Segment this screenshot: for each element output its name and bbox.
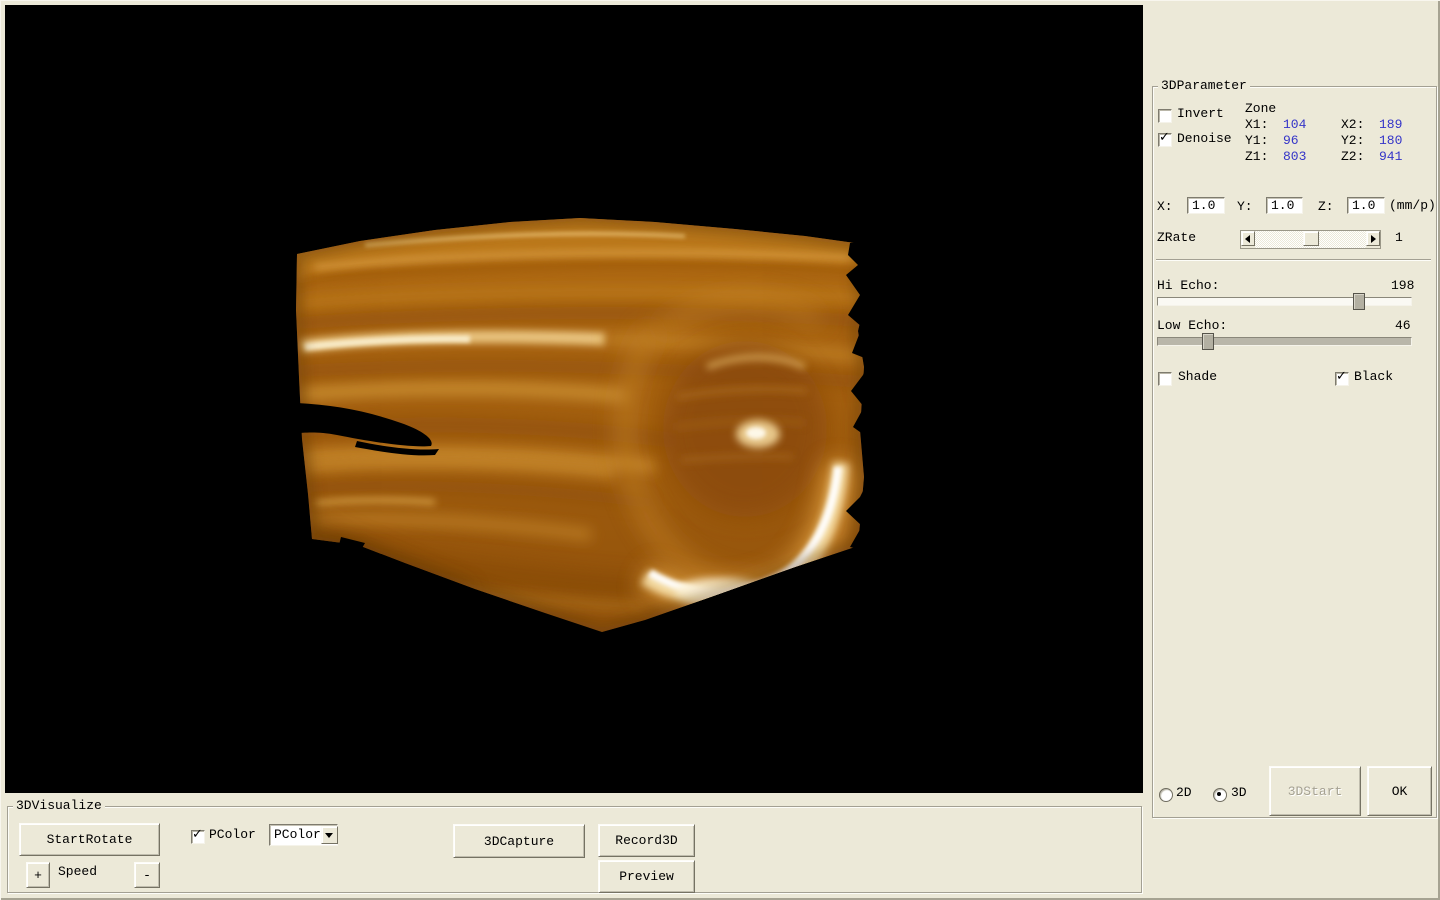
scale-z-input[interactable]	[1347, 197, 1385, 214]
shade-checkbox[interactable]	[1158, 372, 1172, 386]
zrate-scroll-left-button[interactable]	[1241, 231, 1255, 246]
zrate-scroll-thumb[interactable]	[1303, 231, 1319, 246]
black-label: Black	[1354, 370, 1393, 384]
record-3d-button[interactable]: Record3D	[598, 824, 695, 857]
dropdown-arrow-icon	[325, 833, 333, 842]
app-window: 3DParameter Invert ✓ Denoise Zone X1: 10…	[0, 0, 1440, 900]
zone-z1-value: 803	[1283, 150, 1306, 164]
zrate-scrollbar[interactable]	[1240, 230, 1381, 249]
scroll-right-icon	[1371, 235, 1380, 243]
invert-label: Invert	[1177, 107, 1224, 121]
zrate-scroll-right-button[interactable]	[1366, 231, 1380, 246]
scale-unit-label: (mm/p)	[1389, 199, 1436, 213]
speed-plus-button[interactable]: +	[26, 862, 50, 888]
zone-y1-value: 96	[1283, 134, 1299, 148]
volume-render	[5, 5, 1143, 793]
mode-3d-radio[interactable]	[1213, 788, 1227, 802]
visualize-groupbox: 3DVisualize StartRotate + Speed - ✓ PCol…	[7, 806, 1142, 893]
denoise-checkbox[interactable]: ✓	[1158, 133, 1172, 147]
zone-z2-value: 941	[1379, 150, 1402, 164]
scale-y-label: Y:	[1237, 200, 1253, 214]
zone-title: Zone	[1245, 102, 1276, 116]
black-checkbox[interactable]: ✓	[1335, 372, 1349, 386]
scale-y-input[interactable]	[1266, 197, 1303, 214]
capture-3d-button[interactable]: 3DCapture	[453, 824, 585, 858]
radio-selected-dot	[1217, 792, 1221, 796]
zone-y1-label: Y1:	[1245, 134, 1268, 148]
speed-minus-button[interactable]: -	[134, 862, 160, 888]
zone-x1-value: 104	[1283, 118, 1306, 132]
pcolor-select-value: PColor	[270, 826, 321, 844]
zrate-value: 1	[1395, 231, 1403, 245]
pcolor-label: PColor	[209, 828, 256, 842]
mode-2d-radio[interactable]	[1159, 788, 1173, 802]
low-echo-slider-thumb[interactable]	[1202, 333, 1214, 350]
scale-x-label: X:	[1157, 200, 1173, 214]
scale-x-input[interactable]	[1187, 197, 1225, 214]
mode-3d-label: 3D	[1231, 786, 1247, 800]
speed-label: Speed	[58, 865, 97, 879]
pcolor-select[interactable]: PColor	[269, 824, 338, 846]
panel-separator	[1156, 259, 1431, 261]
hi-echo-slider-track[interactable]	[1157, 297, 1412, 306]
parameter-groupbox-title: 3DParameter	[1158, 79, 1250, 93]
hi-echo-label: Hi Echo:	[1157, 279, 1219, 293]
scale-z-label: Z:	[1318, 200, 1334, 214]
zone-x2-value: 189	[1379, 118, 1402, 132]
zone-y2-value: 180	[1379, 134, 1402, 148]
start-rotate-button[interactable]: StartRotate	[19, 823, 160, 856]
low-echo-slider-track[interactable]	[1157, 337, 1412, 346]
zrate-label: ZRate	[1157, 231, 1196, 245]
zrate-scroll-track[interactable]	[1255, 231, 1366, 248]
hi-echo-slider-thumb[interactable]	[1353, 293, 1365, 310]
low-echo-value: 46	[1395, 319, 1411, 333]
low-echo-label: Low Echo:	[1157, 319, 1227, 333]
scroll-left-icon	[1241, 235, 1250, 243]
denoise-label: Denoise	[1177, 132, 1232, 146]
ok-button[interactable]: OK	[1367, 766, 1432, 816]
start-3d-button[interactable]: 3DStart	[1269, 766, 1361, 816]
mode-2d-label: 2D	[1176, 786, 1192, 800]
preview-button[interactable]: Preview	[598, 860, 695, 893]
hi-echo-value: 198	[1391, 279, 1414, 293]
black-check-glyph: ✓	[1336, 370, 1347, 384]
parameter-groupbox: 3DParameter Invert ✓ Denoise Zone X1: 10…	[1152, 86, 1437, 818]
render-viewport[interactable]	[5, 5, 1143, 793]
pcolor-check-glyph: ✓	[192, 828, 203, 842]
denoise-check-glyph: ✓	[1159, 131, 1170, 145]
zone-z1-label: Z1:	[1245, 150, 1268, 164]
invert-checkbox[interactable]	[1158, 109, 1172, 123]
pcolor-select-dropdown-button[interactable]	[321, 826, 338, 844]
pcolor-checkbox[interactable]: ✓	[191, 830, 205, 844]
zone-x1-label: X1:	[1245, 118, 1268, 132]
zone-x2-label: X2:	[1341, 118, 1364, 132]
shade-label: Shade	[1178, 370, 1217, 384]
visualize-groupbox-title: 3DVisualize	[13, 799, 105, 813]
zone-y2-label: Y2:	[1341, 134, 1364, 148]
zone-z2-label: Z2:	[1341, 150, 1364, 164]
